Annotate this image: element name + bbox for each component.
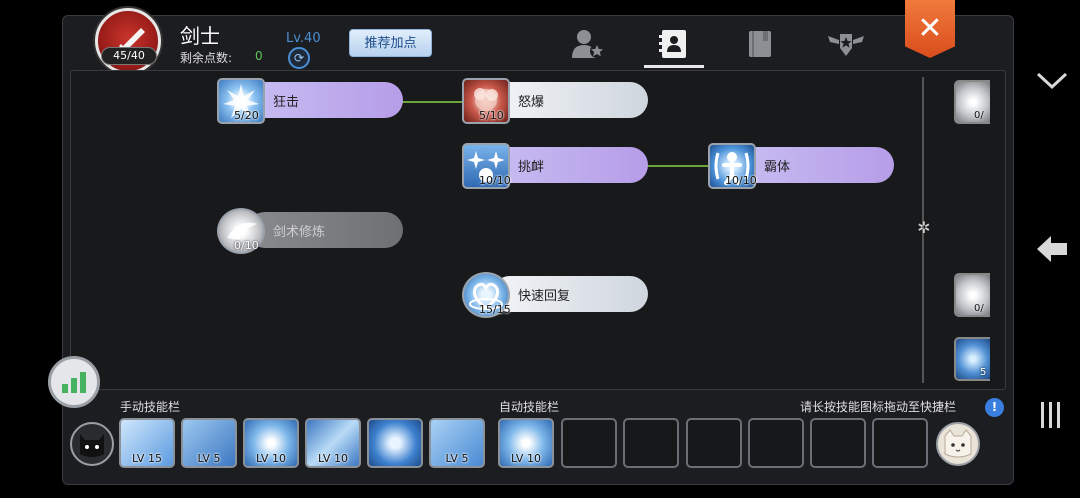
auto-skill-slot-empty[interactable]: [686, 418, 742, 468]
skill-name: 狂击: [273, 95, 300, 110]
skill-name: 怒爆: [518, 95, 545, 110]
skill-bar: [247, 82, 403, 118]
drag-hint: 请长按技能图标拖动至快捷栏: [800, 400, 957, 414]
tab-rank[interactable]: [816, 24, 876, 64]
skill-count: 10/10: [479, 174, 511, 187]
skill-count: 5/10: [479, 109, 504, 122]
skill-tree-panel: [70, 70, 1006, 390]
recommend-points-button[interactable]: 推荐加点: [349, 29, 432, 57]
class-name: 剑士: [180, 24, 220, 48]
reset-points-button[interactable]: ⟳: [288, 47, 310, 69]
side-skill-node[interactable]: 5: [954, 337, 990, 381]
skill-name: 挑衅: [518, 160, 545, 175]
recent-apps-icon[interactable]: [1035, 400, 1065, 434]
side-skill-node[interactable]: 0/: [954, 80, 990, 124]
skill-bar: [492, 147, 648, 183]
auto-skill-slot-empty[interactable]: [623, 418, 679, 468]
skill-count: 0/: [974, 303, 984, 314]
tab-book[interactable]: [730, 24, 790, 64]
auto-skill-slot-empty[interactable]: [561, 418, 617, 468]
level-label: Lv.40: [286, 31, 321, 46]
auto-skill-slot-empty[interactable]: [748, 418, 804, 468]
manual-skill-slot[interactable]: LV 5: [429, 418, 485, 468]
signal-bars-icon: [62, 372, 86, 393]
points-value: 0: [255, 49, 263, 63]
skill-link: [400, 101, 466, 103]
winged-star-badge-icon: [828, 34, 864, 56]
info-icon[interactable]: !: [985, 398, 1004, 417]
auto-skill-slot-empty[interactable]: [810, 418, 866, 468]
manual-skill-slot[interactable]: LV 5: [181, 418, 237, 468]
skill-count: 10/10: [725, 174, 757, 187]
skill-count: 0/: [974, 110, 984, 121]
skill-bar: [492, 82, 648, 118]
skill-node[interactable]: 怒爆 5/10: [462, 78, 652, 124]
close-icon: ✕: [917, 11, 943, 46]
skill-count: 0/10: [234, 239, 259, 252]
manual-skill-slot[interactable]: LV 10: [305, 418, 361, 468]
manual-skillbar-label: 手动技能栏: [120, 400, 181, 414]
tab-character[interactable]: [558, 24, 618, 64]
skill-link: [645, 165, 711, 167]
skill-count: 5/20: [234, 109, 259, 122]
network-signal-button[interactable]: [48, 356, 100, 408]
auto-pet-avatar[interactable]: [936, 422, 980, 466]
skill-node[interactable]: 狂击 5/20: [217, 78, 407, 124]
skill-name: 剑术修炼: [273, 225, 326, 240]
auto-skill-slot-empty[interactable]: [872, 418, 928, 468]
skill-count-badge: 45/40: [101, 47, 157, 65]
auto-skillbar-label: 自动技能栏: [499, 400, 560, 414]
side-skill-node[interactable]: 0/: [954, 273, 990, 317]
skill-node[interactable]: 挑衅 10/10: [462, 143, 652, 189]
skill-node[interactable]: 快速回复 15/15: [462, 272, 652, 318]
chevron-down-icon[interactable]: [1035, 70, 1069, 96]
manual-skill-slot[interactable]: LV 15: [119, 418, 175, 468]
back-arrow-icon[interactable]: [1035, 234, 1069, 268]
person-star-icon: [572, 30, 604, 58]
skill-name: 快速回复: [518, 289, 571, 304]
contact-book-icon: [659, 30, 686, 58]
skill-count: 15/15: [479, 303, 511, 316]
skill-count: 5: [980, 367, 987, 378]
close-button[interactable]: ✕: [905, 0, 955, 58]
tab-skills[interactable]: [644, 24, 704, 68]
skill-node[interactable]: 霸体 10/10: [708, 143, 898, 189]
manual-skill-slot[interactable]: LV 10: [243, 418, 299, 468]
skill-bar: [738, 147, 894, 183]
refresh-icon: ⟳: [293, 51, 305, 65]
skill-node[interactable]: 剑术修炼 0/10: [217, 208, 407, 254]
scroll-handle[interactable]: ✲: [914, 218, 934, 244]
points-label: 剩余点数:: [180, 51, 233, 65]
skill-name: 霸体: [764, 160, 791, 175]
manual-pet-avatar[interactable]: [70, 422, 114, 466]
ornament-icon: ✲: [917, 218, 931, 237]
book-icon: [749, 31, 771, 57]
auto-skill-slot[interactable]: LV 10: [498, 418, 554, 468]
manual-skill-slot[interactable]: [367, 418, 423, 468]
